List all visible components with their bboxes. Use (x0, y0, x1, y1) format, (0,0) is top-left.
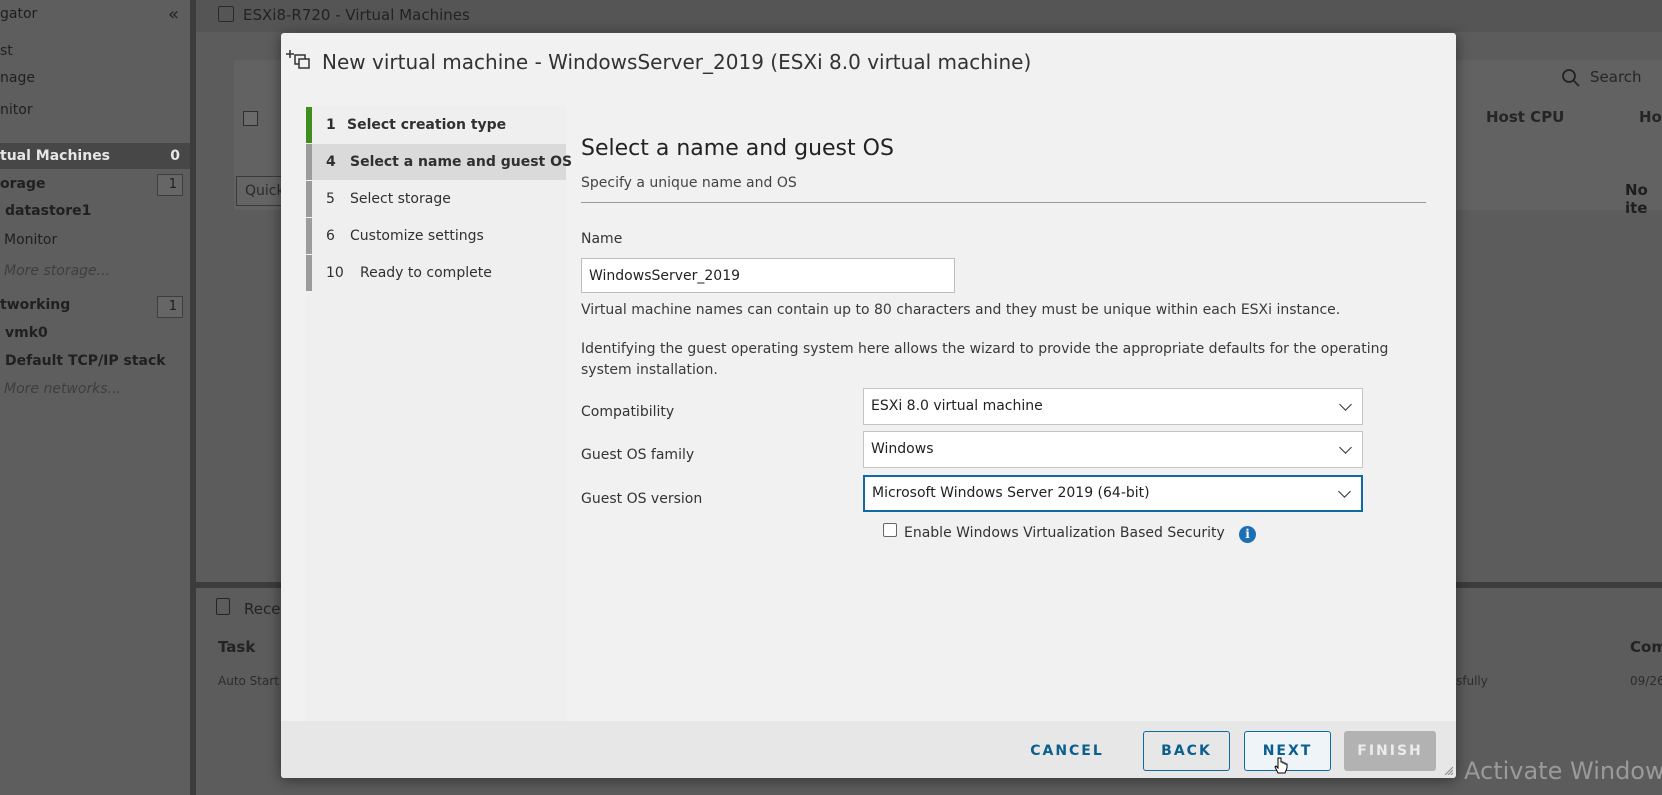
wizard-page: Select a name and guest OS Specify a uni… (581, 93, 1456, 753)
guest-os-version-select[interactable]: Microsoft Windows Server 2019 (64-bit) (863, 475, 1363, 512)
guest-os-help-text: Identifying the guest operating system h… (581, 341, 1389, 378)
step-select-storage[interactable]: 5 Select storage (306, 181, 566, 217)
nav-item-storage[interactable]: orage (0, 176, 46, 192)
nav-item-vmk0[interactable]: vmk0 (5, 325, 48, 341)
step-number: 6 (326, 228, 335, 244)
vm-list-icon (218, 6, 234, 22)
nav-item-manage[interactable]: nage (0, 70, 35, 86)
divider (581, 202, 1426, 203)
new-vm-wizard-dialog: New virtual machine - WindowsServer_2019… (281, 33, 1456, 778)
page-subtitle: Specify a unique name and OS (581, 175, 797, 191)
step-label: Customize settings (350, 228, 484, 244)
ho-column-header[interactable]: Ho (1639, 108, 1662, 126)
nav-item-networking[interactable]: tworking (0, 297, 70, 313)
step-ready-to-complete[interactable]: 10 Ready to complete (306, 255, 566, 291)
completed-column-header[interactable]: Com (1630, 638, 1662, 656)
new-vm-icon (286, 50, 310, 69)
recent-tasks-title: Rece (244, 600, 281, 618)
chevron-down-icon (1338, 485, 1351, 498)
page-title: Select a name and guest OS (581, 136, 894, 161)
guest-os-version-label: Guest OS version (581, 491, 703, 507)
step-label: Select storage (350, 191, 451, 207)
step-number: 1 (326, 117, 336, 133)
search-label: Search (1590, 68, 1642, 86)
task-column-header[interactable]: Task (218, 638, 255, 656)
step-label: Select a name and guest OS (350, 154, 573, 170)
host-cpu-column-header[interactable]: Host CPU (1486, 108, 1564, 126)
resize-grip-icon[interactable] (1443, 765, 1453, 775)
step-customize-settings[interactable]: 6 Customize settings (306, 218, 566, 254)
guest-os-version-value: Microsoft Windows Server 2019 (64-bit) (872, 485, 1150, 501)
navigator-header: gator « (0, 4, 190, 26)
nav-item-tcpip-stack[interactable]: Default TCP/IP stack (5, 353, 166, 369)
storage-count-badge: 1 (157, 174, 183, 196)
nav-item-monitor[interactable]: nitor (0, 102, 33, 118)
vm-count-badge: 0 (170, 148, 180, 164)
compatibility-label: Compatibility (581, 404, 675, 420)
search-icon (1562, 69, 1580, 87)
nav-item-virtual-machines[interactable]: tual Machines 0 (0, 143, 190, 169)
nav-item-label: tual Machines (0, 148, 111, 164)
nav-item-host[interactable]: st (0, 43, 13, 59)
nav-item-datastore-monitor[interactable]: Monitor (4, 232, 57, 248)
select-all-checkbox[interactable] (243, 111, 258, 126)
nav-item-datastore1[interactable]: datastore1 (5, 203, 91, 219)
no-items-text: No ite (1625, 181, 1648, 217)
name-label: Name (581, 231, 623, 247)
quick-filter-input[interactable]: Quick (236, 176, 286, 206)
activate-windows-watermark: Activate Windows (1464, 757, 1662, 785)
clipboard-icon (216, 598, 230, 615)
finish-button: FINISH (1344, 731, 1436, 771)
navigator-panel: gator « st nage nitor tual Machines 0 or… (0, 0, 190, 795)
task-row-name: Auto Start (218, 674, 279, 688)
collapse-navigator-icon[interactable]: « (168, 4, 179, 25)
name-help-text: Virtual machine names can contain up to … (581, 302, 1341, 318)
step-number: 10 (326, 265, 344, 281)
dialog-title: New virtual machine - WindowsServer_2019… (322, 50, 1032, 74)
compatibility-select[interactable]: ESXi 8.0 virtual machine (863, 388, 1363, 425)
networking-count-badge: 1 (157, 296, 183, 318)
search-field[interactable]: Search (1562, 68, 1642, 87)
task-row-date: 09/26 (1630, 674, 1662, 688)
info-icon[interactable]: i (1239, 526, 1256, 543)
vbs-checkbox[interactable] (883, 523, 897, 537)
navigator-title: gator (0, 6, 38, 22)
cancel-button[interactable]: CANCEL (1022, 731, 1112, 771)
compatibility-value: ESXi 8.0 virtual machine (871, 398, 1043, 414)
nav-item-more-networks[interactable]: More networks... (4, 381, 121, 397)
step-select-creation-type[interactable]: 1 Select creation type (306, 107, 566, 143)
guest-os-family-select[interactable]: Windows (863, 431, 1363, 468)
step-number: 5 (326, 191, 335, 207)
dialog-header: New virtual machine - WindowsServer_2019… (281, 33, 1456, 93)
vbs-checkbox-label[interactable]: Enable Windows Virtualization Based Secu… (904, 525, 1225, 541)
step-label: Ready to complete (360, 265, 492, 281)
guest-os-family-value: Windows (871, 441, 934, 457)
content-title: ESXi8-R720 - Virtual Machines (243, 6, 470, 24)
task-row-status: sfully (1456, 674, 1488, 688)
back-button[interactable]: BACK (1143, 731, 1230, 771)
step-select-name-guest-os[interactable]: 4 Select a name and guest OS (306, 144, 572, 180)
step-number: 4 (326, 154, 336, 170)
hand-cursor-icon (1274, 757, 1288, 774)
chevron-down-icon (1339, 398, 1352, 411)
vm-name-input[interactable] (581, 258, 955, 293)
nav-item-more-storage[interactable]: More storage... (4, 263, 110, 279)
wizard-steps: 1 Select creation type 4 Select a name a… (306, 106, 572, 751)
chevron-down-icon (1339, 441, 1352, 454)
guest-os-family-label: Guest OS family (581, 447, 695, 463)
step-label: Select creation type (347, 117, 507, 133)
